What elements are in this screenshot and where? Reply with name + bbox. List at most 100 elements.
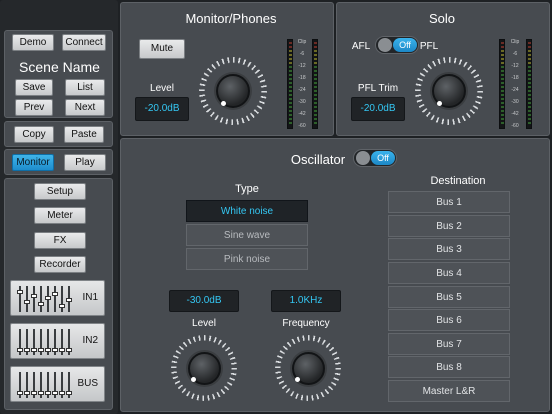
meter-segment <box>314 50 317 52</box>
fader-bank-label: IN2 <box>82 335 98 346</box>
meter-segment <box>501 78 504 80</box>
meter-segment <box>314 106 317 108</box>
knob-pointer-icon <box>221 101 226 106</box>
sidebar: Scene Name Save List Prev Next Demo Conn… <box>0 0 118 414</box>
pfl-trim-display: -20.0dB <box>351 97 405 121</box>
pfl-label: PFL <box>419 41 439 52</box>
paste-button[interactable]: Paste <box>64 126 104 143</box>
knob-pointer-icon <box>191 377 196 382</box>
oscillator-toggle[interactable]: Off <box>353 149 397 167</box>
meter-segment <box>289 118 292 120</box>
solo-title: Solo <box>428 11 456 26</box>
meter-segment <box>289 106 292 108</box>
afl-pfl-toggle[interactable]: Off <box>375 36 419 54</box>
meter-segment <box>528 122 531 124</box>
meter-segment <box>501 114 504 116</box>
solo-meter-left <box>499 39 505 129</box>
destination-bus-4[interactable]: Bus 4 <box>388 262 510 284</box>
meter-segment <box>501 90 504 92</box>
destination-bus-7[interactable]: Bus 7 <box>388 333 510 355</box>
type-option-pink-noise[interactable]: Pink noise <box>186 248 308 270</box>
destination-bus-6[interactable]: Bus 6 <box>388 309 510 331</box>
meter-segment <box>528 50 531 52</box>
destination-bus-2[interactable]: Bus 2 <box>388 215 510 237</box>
type-option-white-noise[interactable]: White noise <box>186 200 308 222</box>
next-button[interactable]: Next <box>65 99 105 116</box>
save-button[interactable]: Save <box>15 79 53 96</box>
meter-segment <box>528 62 531 64</box>
meter-button[interactable]: Meter <box>34 207 86 224</box>
meter-segment <box>528 74 531 76</box>
meter-segment <box>528 70 531 72</box>
meter-segment <box>501 118 504 120</box>
osc-frequency-label: Frequency <box>282 318 330 329</box>
meter-segment <box>289 70 292 72</box>
destination-bus-3[interactable]: Bus 3 <box>388 238 510 260</box>
type-option-sine-wave[interactable]: Sine wave <box>186 224 308 246</box>
meter-segment <box>289 98 292 100</box>
type-label: Type <box>235 183 259 195</box>
meter-segment <box>289 86 292 88</box>
copy-button[interactable]: Copy <box>14 126 54 143</box>
meter-segment <box>289 42 292 44</box>
meter-segment <box>501 66 504 68</box>
meter-segment <box>289 82 292 84</box>
destination-bus-8[interactable]: Bus 8 <box>388 356 510 378</box>
demo-button[interactable]: Demo <box>12 34 54 51</box>
connect-button[interactable]: Connect <box>62 34 106 51</box>
list-button[interactable]: List <box>65 79 105 96</box>
recorder-button[interactable]: Recorder <box>34 256 86 273</box>
meter-segment <box>528 42 531 44</box>
meter-segment <box>314 98 317 100</box>
toggle-state: Off <box>393 38 417 52</box>
meter-segment <box>528 46 531 48</box>
oscillator-title: Oscillator <box>290 152 346 167</box>
meter-segment <box>289 58 292 60</box>
level-label: Level <box>150 83 174 94</box>
osc-level-knob[interactable] <box>171 335 237 401</box>
meter-segment <box>528 110 531 112</box>
meter-segment <box>501 70 504 72</box>
pfl-trim-knob[interactable] <box>415 57 483 125</box>
meter-segment <box>528 54 531 56</box>
meter-segment <box>528 106 531 108</box>
meter-segment <box>528 58 531 60</box>
fader-lines-icon <box>17 329 73 355</box>
meter-segment <box>314 114 317 116</box>
meter-segment <box>501 74 504 76</box>
meter-segment <box>314 58 317 60</box>
meter-segment <box>501 82 504 84</box>
destination-bus-5[interactable]: Bus 5 <box>388 286 510 308</box>
meter-segment <box>289 90 292 92</box>
meter-segment <box>501 54 504 56</box>
monitor-button[interactable]: Monitor <box>12 154 54 171</box>
setup-button[interactable]: Setup <box>34 183 86 200</box>
play-button[interactable]: Play <box>64 154 106 171</box>
meter-segment <box>289 66 292 68</box>
osc-level-label: Level <box>192 318 216 329</box>
mute-button[interactable]: Mute <box>139 39 185 59</box>
monitor-title: Monitor/Phones <box>185 11 277 26</box>
destination-bus-1[interactable]: Bus 1 <box>388 191 510 213</box>
monitor-level-knob[interactable] <box>199 57 267 125</box>
meter-segment <box>314 122 317 124</box>
osc-frequency-knob[interactable] <box>275 335 341 401</box>
monitor-phones-panel: Monitor/Phones Mute Level -20.0dB Clip -… <box>120 2 334 136</box>
meter-segment <box>528 82 531 84</box>
destination-master-lr[interactable]: Master L&R <box>388 380 510 402</box>
meter-segment <box>314 102 317 104</box>
meter-segment <box>314 94 317 96</box>
prev-button[interactable]: Prev <box>15 99 53 116</box>
monitor-meter-right <box>312 39 318 129</box>
fader-bank-bus-button[interactable]: BUS <box>10 366 105 402</box>
scene-name-title: Scene Name <box>19 59 100 75</box>
solo-meter-right <box>526 39 532 129</box>
fader-bank-in1-button[interactable]: IN1 <box>10 280 105 316</box>
meter-segment <box>314 118 317 120</box>
monitor-meter-scale: Clip -6 -12 -18 -24 -30 -42 -60 <box>297 39 307 129</box>
meter-segment <box>289 46 292 48</box>
meter-segment <box>528 102 531 104</box>
fx-button[interactable]: FX <box>34 232 86 249</box>
fader-bank-in2-button[interactable]: IN2 <box>10 323 105 359</box>
meter-segment <box>289 110 292 112</box>
